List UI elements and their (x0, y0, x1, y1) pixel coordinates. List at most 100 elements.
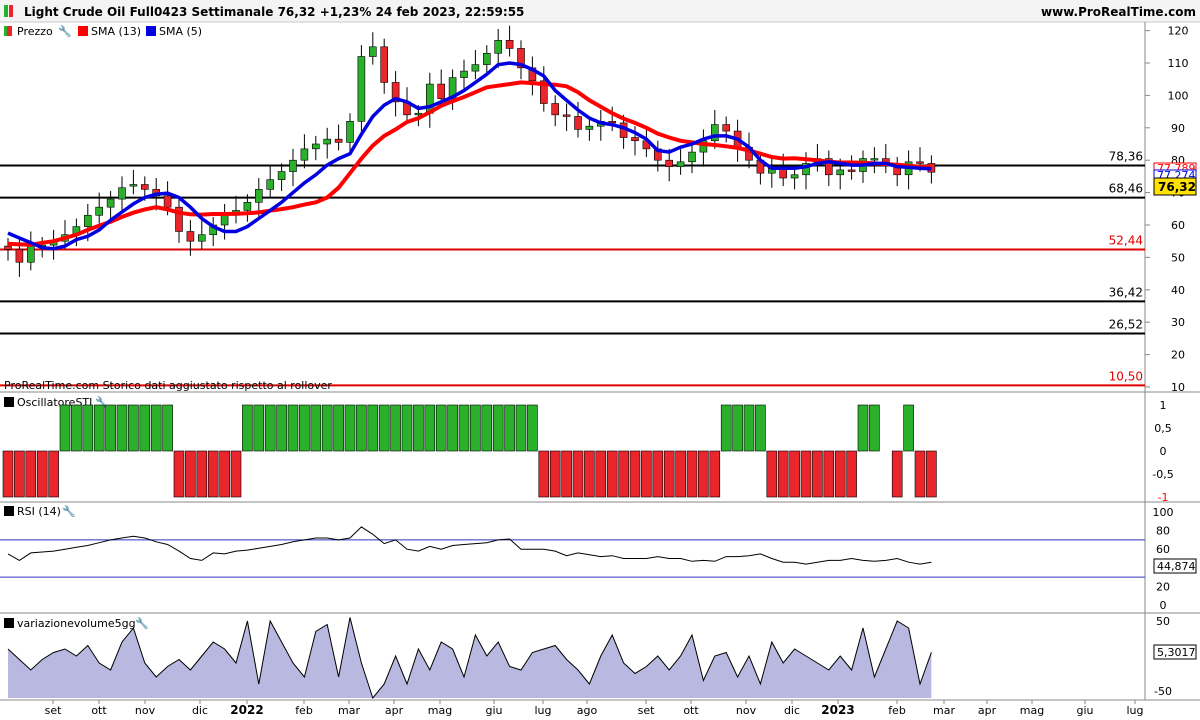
candle-body (460, 70, 468, 78)
sti-bar (470, 404, 481, 452)
level-label: 68,46 (1109, 182, 1143, 196)
candle-body (562, 114, 571, 117)
sti-bar (367, 404, 379, 452)
candle-body (790, 174, 799, 179)
candle-body (220, 214, 229, 226)
wrench-icon[interactable]: 🔧 (62, 504, 76, 518)
time-tick-label: feb (888, 704, 906, 717)
sti-bar (378, 404, 390, 452)
vol-legend[interactable]: variazionevolume5gg 🔧 (4, 616, 149, 630)
wrench-icon[interactable]: 🔧 (135, 616, 149, 630)
sti-tick-label: -1 (1158, 491, 1169, 504)
vol-tick-label: -50 (1154, 685, 1172, 698)
sti-bar (595, 450, 607, 498)
sti-bar (777, 450, 789, 498)
sti-bar (139, 404, 151, 452)
sti-bar (766, 450, 778, 498)
candle-body (847, 169, 856, 172)
sti-bar (401, 404, 413, 452)
wrench-icon[interactable]: 🔧 (58, 24, 72, 38)
candle-body (482, 52, 491, 65)
candle-body (722, 124, 731, 132)
sti-bar (675, 450, 686, 498)
vol-tick-label: 50 (1156, 615, 1170, 628)
rsi-value-text: 44,874 (1157, 560, 1196, 573)
price-tick-label: 50 (1171, 251, 1185, 264)
sti-bar (698, 450, 709, 498)
time-tick-label: 2023 (821, 703, 854, 717)
sti-bar (458, 404, 470, 452)
site-link[interactable]: www.ProRealTime.com (1041, 5, 1196, 19)
sma5-legend-swatch (146, 26, 156, 36)
candle-body (84, 214, 92, 227)
price-tick-label: 120 (1168, 25, 1189, 38)
sti-bar (504, 404, 515, 452)
level-label: 10,50 (1109, 369, 1143, 383)
last-price-text: 76,32 (1158, 180, 1196, 194)
time-tick-label: giu (1076, 704, 1093, 717)
candle-body (277, 171, 286, 180)
candle-body (494, 40, 503, 54)
level-label: 36,42 (1109, 285, 1143, 299)
time-tick-label: set (638, 704, 655, 717)
sti-bar (538, 450, 550, 498)
rsi-tick-label: 60 (1156, 543, 1170, 556)
time-tick-label: ott (683, 704, 699, 717)
sti-bar (230, 450, 242, 498)
price-tick-label: 90 (1171, 122, 1185, 135)
rsi-legend-label: RSI (14) (17, 505, 61, 518)
vol-value-text: 5,3017 (1157, 646, 1196, 659)
candle-body (471, 64, 480, 72)
sti-bar (390, 404, 401, 452)
sti-bar (527, 404, 538, 452)
candle-body (551, 103, 560, 116)
sti-bar (276, 404, 287, 452)
sti-bar (618, 450, 629, 498)
sma13-legend-swatch (78, 26, 88, 36)
sti-bar (36, 450, 48, 498)
sti-bar (629, 450, 641, 498)
sti-bar (720, 404, 732, 452)
time-tick-label: dic (192, 704, 208, 717)
sti-bar (515, 404, 527, 452)
sti-bar (709, 450, 721, 498)
price-tick-label: 10 (1171, 381, 1185, 394)
price-legend[interactable]: Prezzo 🔧 SMA (13) SMA (5) (4, 24, 202, 38)
time-tick-label: mag (428, 704, 452, 717)
sti-bar (93, 404, 105, 452)
candle-body (437, 83, 446, 99)
time-tick-label: feb (295, 704, 313, 717)
candle-body (916, 161, 924, 164)
sti-bar (310, 404, 322, 452)
sti-bar (857, 404, 869, 452)
rsi-tick-label: 20 (1156, 580, 1170, 593)
candle-body (836, 169, 845, 176)
sti-bar (686, 450, 698, 498)
price-legend-icon-down (7, 26, 12, 36)
sti-bar (356, 404, 367, 452)
sti-bar (424, 404, 436, 452)
sti-bar (219, 450, 230, 498)
sti-bar (207, 450, 219, 498)
candle-body (380, 46, 389, 83)
candle-body (585, 125, 594, 130)
candle-body (198, 234, 206, 242)
sti-bar (344, 404, 356, 452)
time-tick-label: lug (534, 704, 551, 717)
sti-bar (413, 404, 424, 452)
sti-bar (823, 450, 835, 498)
sti-bar (743, 404, 755, 452)
sti-tick-label: 0 (1160, 445, 1167, 458)
sti-bar (606, 450, 618, 498)
sti-bar (834, 450, 846, 498)
candle-body (4, 245, 12, 250)
sma13-legend-label: SMA (13) (91, 25, 141, 38)
candle-body (129, 184, 138, 187)
time-tick-label: ago (577, 704, 598, 717)
level-label: 26,52 (1109, 317, 1143, 331)
sti-bar (492, 404, 504, 452)
chart-title: Light Crude Oil Full0423 Settimanale 76,… (24, 5, 524, 19)
sti-bar (789, 450, 800, 498)
vol-legend-swatch (4, 618, 14, 628)
rsi-tick-label: 0 (1160, 599, 1167, 612)
